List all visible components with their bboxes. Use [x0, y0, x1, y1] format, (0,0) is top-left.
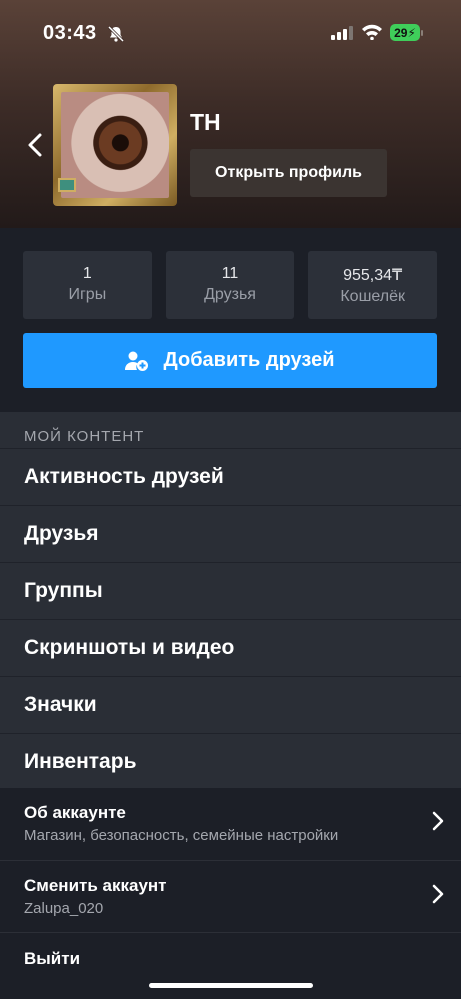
- username: TH: [190, 109, 221, 135]
- my-content-section: МОЙ КОНТЕНТ Активность друзей Друзья Гру…: [0, 412, 461, 790]
- battery-icon: 29 ⚡: [390, 24, 420, 41]
- menu-item-friends[interactable]: Друзья: [0, 505, 461, 562]
- stat-games[interactable]: 1 Игры: [23, 251, 152, 319]
- stat-value: 11: [221, 265, 239, 282]
- stat-label: Игры: [68, 286, 107, 303]
- open-profile-button[interactable]: Открыть профиль: [190, 149, 387, 197]
- wifi-icon: [362, 24, 382, 40]
- menu-item-screenshots-videos[interactable]: Скриншоты и видео: [0, 619, 461, 676]
- switch-account-item[interactable]: Сменить аккаунт Zalupa_020: [0, 860, 461, 932]
- avatar-image: [61, 92, 169, 198]
- cellular-signal-icon: [331, 26, 353, 40]
- chevron-right-icon: [432, 884, 444, 904]
- stat-label: Друзья: [204, 286, 256, 303]
- item-title: Об аккаунте: [24, 803, 126, 822]
- add-friends-button[interactable]: Добавить друзей: [23, 333, 437, 388]
- back-chevron-icon[interactable]: [24, 130, 46, 160]
- menu-item-groups[interactable]: Группы: [0, 562, 461, 619]
- section-title: МОЙ КОНТЕНТ: [24, 428, 145, 445]
- menu-item-friends-activity[interactable]: Активность друзей: [0, 448, 461, 505]
- stat-label: Кошелёк: [340, 288, 405, 305]
- avatar-frame-gem: [58, 178, 76, 192]
- stat-wallet[interactable]: 955,34₸ Кошелёк: [308, 251, 438, 319]
- about-account-item[interactable]: Об аккаунте Магазин, безопасность, семей…: [0, 788, 461, 860]
- stat-value: 1: [82, 265, 92, 282]
- status-bar: 03:43 29 ⚡: [0, 20, 461, 50]
- stat-friends[interactable]: 11 Друзья: [165, 251, 295, 319]
- status-time: 03:43: [43, 22, 97, 44]
- item-title: Сменить аккаунт: [24, 876, 167, 895]
- logout-button[interactable]: Выйти: [0, 932, 461, 987]
- home-indicator[interactable]: [149, 983, 313, 988]
- profile-header: 03:43 29 ⚡ TH Открыть профиль: [0, 0, 461, 228]
- account-section: Об аккаунте Магазин, безопасность, семей…: [0, 788, 461, 987]
- add-friends-label: Добавить друзей: [163, 349, 335, 371]
- stat-value: 955,34₸: [343, 267, 403, 284]
- item-subtitle: Zalupa_020: [24, 900, 104, 917]
- menu-item-inventory[interactable]: Инвентарь: [0, 733, 461, 790]
- battery-level: 29: [394, 25, 408, 40]
- stats-row: 1 Игры 11 Друзья 955,34₸ Кошелёк: [23, 251, 438, 319]
- battery-tip: [421, 30, 423, 36]
- add-user-icon: [125, 351, 149, 371]
- bell-muted-icon: [107, 25, 125, 43]
- chevron-right-icon: [432, 811, 444, 831]
- menu-item-badges[interactable]: Значки: [0, 676, 461, 733]
- item-subtitle: Магазин, безопасность, семейные настройк…: [24, 827, 339, 844]
- charging-bolt-icon: ⚡: [407, 25, 416, 40]
